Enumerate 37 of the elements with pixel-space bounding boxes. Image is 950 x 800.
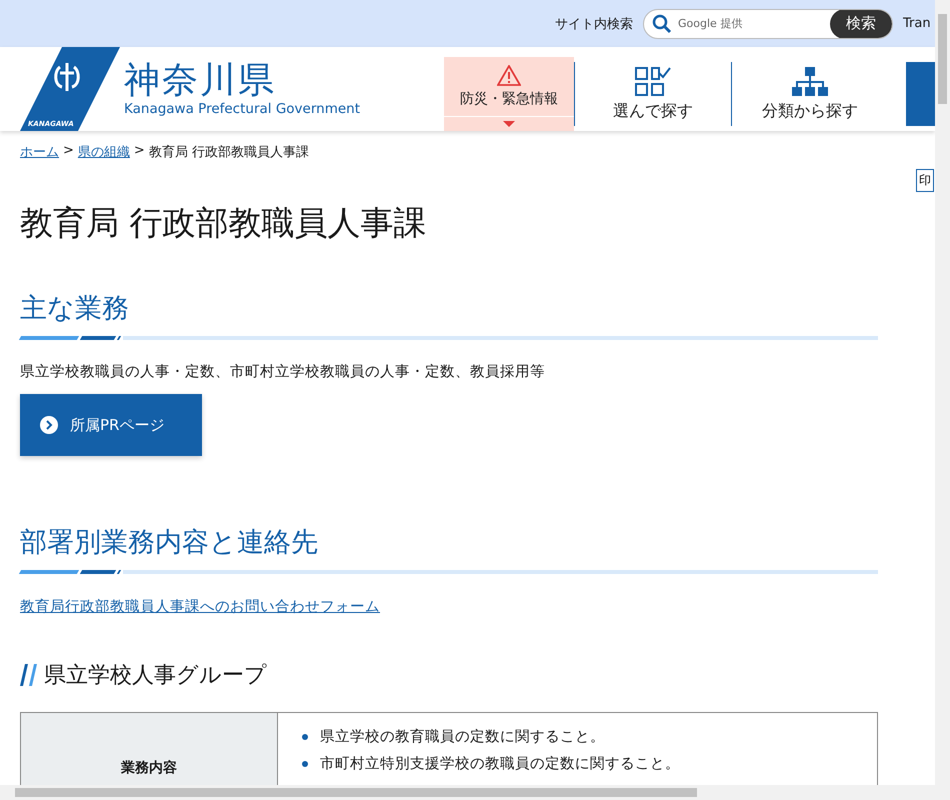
print-button[interactable]: 印 [916,169,934,192]
page-title: 教育局 行政部教職員人事課 [20,202,428,244]
nav-item[interactable]: 分類から探す [731,62,888,126]
pr-page-button[interactable]: 所属PRページ [20,394,202,456]
translate-link[interactable]: Tran [903,16,935,31]
emergency-info-button[interactable]: 防災・緊急情報 [444,57,574,131]
breadcrumb-separator: > [63,143,74,160]
grid-check-icon [635,66,671,96]
nav-item[interactable]: 選んで探す [574,62,731,126]
section-heading: 主な業務 [20,292,130,326]
chevron-icon [40,416,58,434]
search-icon [652,14,672,34]
group-heading: 県立学校人事グループ [44,662,267,690]
bullet-icon [302,734,308,740]
site-subtitle: Kanagawa Prefectural Government [124,100,360,117]
duty-item: 市町村立特別支援学校の教職員の定数に関すること。 [320,754,680,773]
slash-icon [20,664,38,686]
scrollbar-thumb[interactable] [938,14,947,104]
scrollbar-thumb[interactable] [15,788,697,797]
menu-button[interactable] [906,62,935,126]
contact-form-link[interactable]: 教育局行政部教職員人事課へのお問い合わせフォーム [20,597,380,616]
hierarchy-icon [792,66,828,96]
section-text: 県立学校教職員の人事・定数、市町村立学校教職員の人事・定数、教員採用等 [20,362,546,381]
bullet-icon [302,760,308,766]
duty-item: 県立学校の教育職員の定数に関すること。 [320,728,605,746]
section-heading: 部署別業務内容と連絡先 [20,526,319,560]
search-field[interactable]: Google 提供 検索 [643,8,893,38]
breadcrumb-current: 教育局 行政部教職員人事課 [148,144,309,161]
caret-icon [503,121,515,127]
search-button[interactable]: 検索 [830,10,892,38]
warning-icon [497,65,521,86]
site-title: 神奈川県 [124,61,277,101]
breadcrumb-link[interactable]: ホーム [20,143,59,161]
breadcrumb-link[interactable]: 県の組織 [78,143,130,161]
search-label: サイト内検索 [555,16,633,32]
table-header-text: 業務内容 [121,759,177,777]
breadcrumb-separator: > [134,143,145,160]
